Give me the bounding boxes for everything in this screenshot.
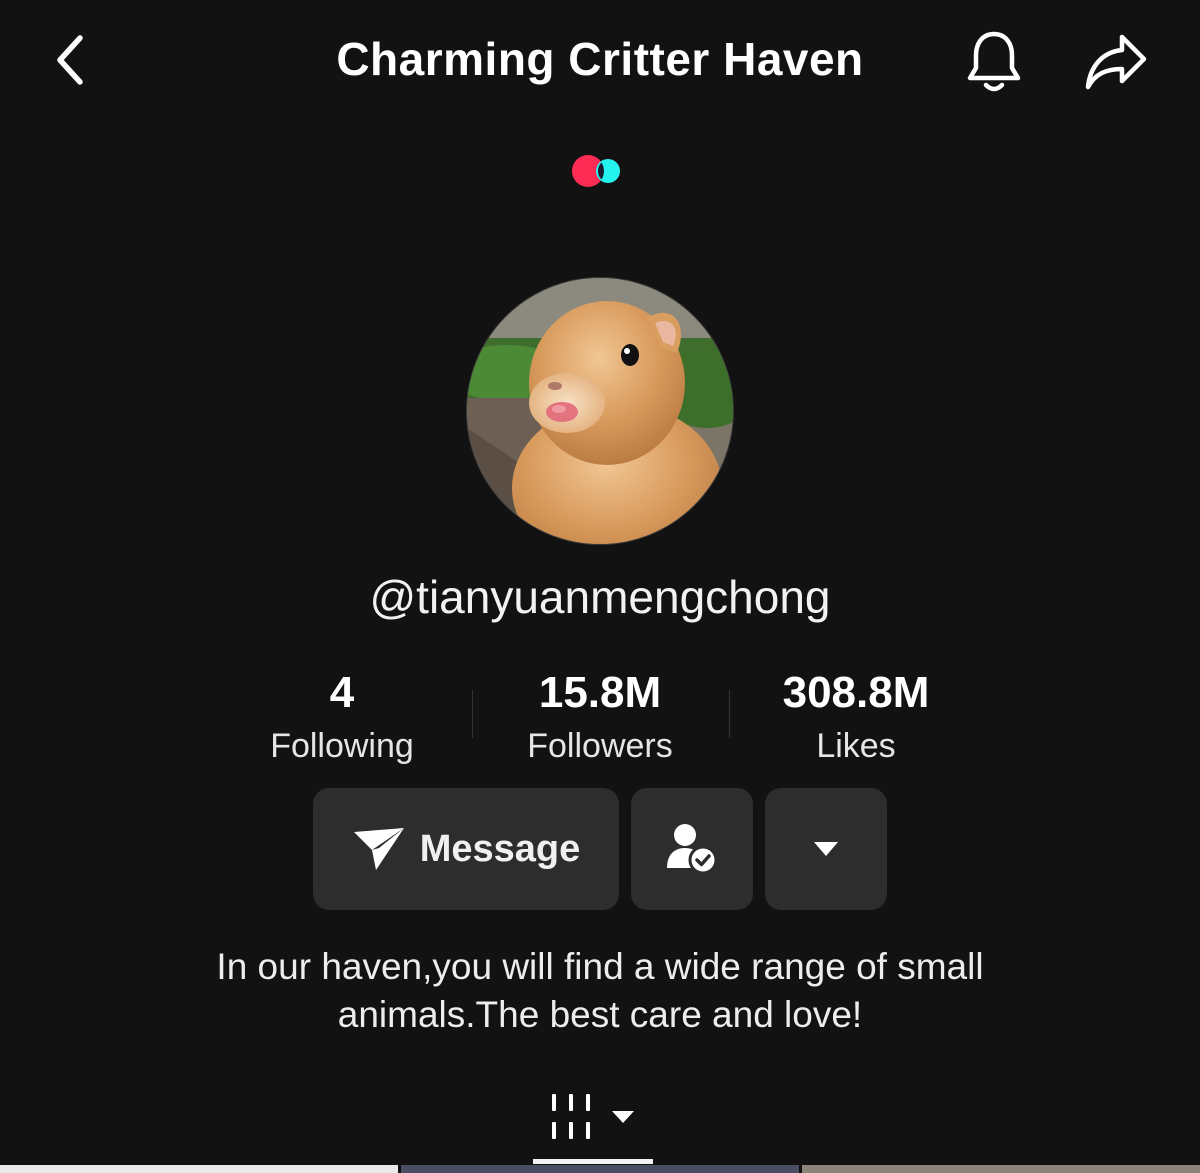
bell-icon (967, 31, 1021, 92)
bunny-avatar-image (467, 278, 733, 544)
user-check-icon (667, 824, 718, 875)
profile-bio: In our haven,you will find a wide range … (150, 943, 1050, 1039)
share-button[interactable] (1078, 26, 1154, 98)
stat-followers-value: 15.8M (538, 668, 662, 717)
more-options-button[interactable] (765, 788, 887, 910)
following-status-button[interactable] (631, 788, 753, 910)
video-thumbnail[interactable] (401, 1165, 799, 1173)
stat-likes-value: 308.8M (782, 668, 930, 717)
videos-grid-icon (552, 1094, 590, 1139)
stats-divider (729, 690, 730, 738)
send-icon (353, 828, 404, 870)
username: @tianyuanmengchong (369, 571, 831, 623)
video-thumbnail[interactable] (0, 1165, 398, 1173)
message-button-label: Message (419, 827, 581, 870)
avatar[interactable] (466, 277, 734, 545)
notifications-button[interactable] (958, 26, 1030, 98)
stat-likes[interactable]: 308.8M Likes (736, 665, 976, 771)
video-grid (0, 1165, 1200, 1173)
bio-line-1: In our haven,you will find a wide range … (216, 946, 984, 987)
content-tab-bar (0, 1070, 1200, 1173)
top-bar: Charming Critter Haven (0, 0, 1200, 125)
caret-down-icon (814, 842, 838, 856)
active-tab-indicator (533, 1159, 653, 1164)
stat-followers-label: Followers (527, 727, 673, 765)
message-button[interactable]: Message (313, 788, 619, 910)
caret-down-icon (612, 1111, 634, 1123)
stats-divider (472, 690, 473, 738)
stat-following-value: 4 (329, 668, 355, 717)
bio-line-2: animals.The best care and love! (337, 994, 863, 1035)
page-title: Charming Critter Haven (336, 33, 864, 85)
video-thumbnail[interactable] (802, 1165, 1200, 1173)
share-arrow-icon (1085, 34, 1147, 90)
stat-likes-label: Likes (816, 727, 896, 765)
loading-indicator (572, 155, 620, 187)
stat-following[interactable]: 4 Following (222, 665, 462, 771)
tab-videos[interactable] (533, 1070, 653, 1164)
profile-stats: 4 Following 15.8M Followers 308.8M Likes (0, 665, 1200, 775)
back-button[interactable] (40, 30, 100, 90)
chevron-left-icon (57, 35, 83, 85)
stat-followers[interactable]: 15.8M Followers (480, 665, 720, 771)
stat-following-label: Following (270, 727, 414, 765)
